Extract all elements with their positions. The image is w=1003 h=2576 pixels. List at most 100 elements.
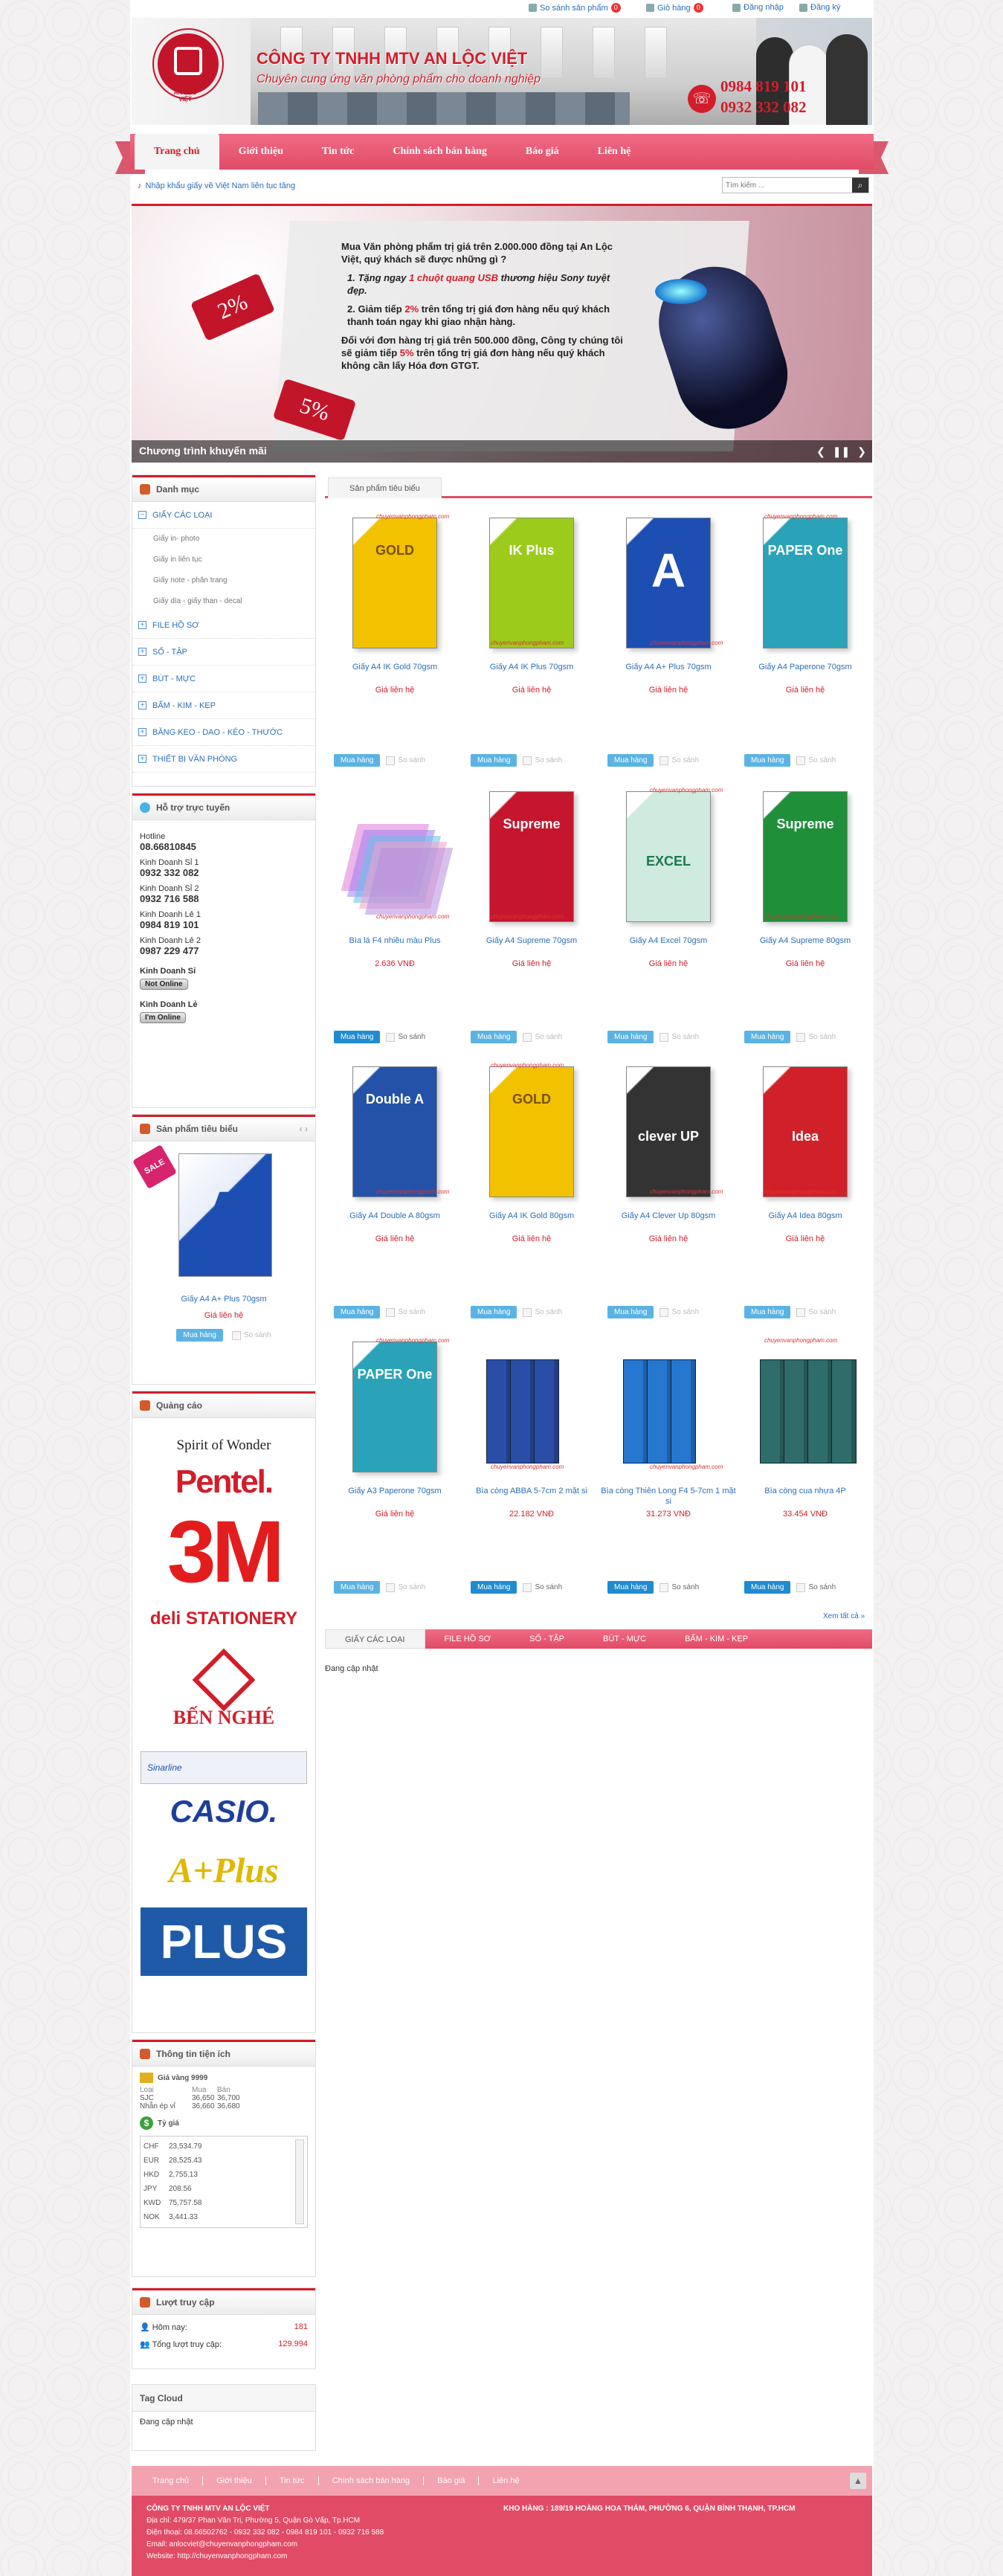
compare-toggle[interactable]: So sánh [386,756,425,765]
product-name[interactable]: Bìa còng ABBA 5-7cm 2 mặt si [463,1486,600,1507]
login-link[interactable]: Đăng nhập [732,3,784,12]
plus-icon[interactable]: + [138,648,146,656]
product-image[interactable]: Achuyenvanphongpham.com [613,513,724,653]
category-item[interactable]: + BĂNG KEO - DAO - KÉO - THƯỚC [132,719,315,746]
buy-button[interactable]: Mua hàng [744,754,791,767]
compare-toggle[interactable]: So sánh [796,1307,836,1317]
product-name[interactable]: Giấy A4 IK Plus 70gsm [463,662,600,683]
buy-button[interactable]: Mua hàng [744,1306,791,1318]
compare-checkbox[interactable] [659,1307,669,1317]
buy-button[interactable]: Mua hàng [471,1031,517,1043]
product-card[interactable]: chuyenvanphongpham.com Bìa còng Thiên Lon… [600,1337,737,1519]
compare-checkbox[interactable] [659,1032,669,1042]
product-image[interactable]: Double A chuyenvanphongpham.com [339,1062,451,1202]
promo-slider[interactable]: 2% 5% Mua Văn phòng phẩm trị giá trên 2.… [132,204,872,463]
product-name[interactable]: Bìa còng cua nhựa 4P [737,1486,874,1507]
compare-toggle[interactable]: So sánh [386,1582,425,1592]
compare-checkbox[interactable] [386,1582,396,1592]
product-card[interactable]: Achuyenvanphongpham.com Giấy A4 A+ Plus 7… [600,513,737,695]
footer-nav-news[interactable]: Tin tức [266,2476,319,2485]
compare-checkbox[interactable] [523,756,532,765]
register-link[interactable]: Đăng ký [799,3,840,12]
buy-button[interactable]: Mua hàng [471,1306,517,1318]
buy-button[interactable]: Mua hàng [334,754,381,767]
plus-icon[interactable]: + [138,701,146,709]
subcategory-item[interactable]: Giấy note - phân trang [132,570,315,591]
company-logo[interactable] [154,30,222,98]
ad-plus[interactable]: PLUS [141,1907,307,1976]
buy-button[interactable]: Mua hàng [744,1031,791,1043]
compare-checkbox[interactable] [386,1307,396,1317]
buy-button[interactable]: Mua hàng [471,754,517,767]
support-phone[interactable]: 08.66810845 [140,841,308,852]
product-image[interactable]: GOLD chuyenvanphongpham.com [476,1062,587,1202]
ad-3m[interactable]: 3M [141,1503,307,1601]
buy-button[interactable]: Mua hàng [471,1581,517,1594]
featured-name[interactable]: Giấy A4 A+ Plus 70gsm [132,1295,315,1304]
nav-quote[interactable]: Báo giá [506,134,578,170]
product-card[interactable]: clever UP chuyenvanphongpham.com Giấy A4 C… [600,1062,737,1243]
product-image[interactable]: chuyenvanphongpham.com [476,1337,587,1477]
product-card[interactable]: PAPER One chuyenvanphongpham.com Giấy A4 P… [737,513,874,695]
product-name[interactable]: Giấy A4 A+ Plus 70gsm [600,662,737,683]
compare-toggle[interactable]: So sánh [796,756,836,765]
prev-icon[interactable]: ❮ [816,445,825,458]
category-item[interactable]: + FILE HỒ SƠ [132,612,315,639]
footer-nav-contact[interactable]: Liên hệ [479,2476,532,2485]
support-phone[interactable]: 0987 229 477 [140,945,308,956]
back-to-top-icon[interactable]: ▲ [850,2473,866,2489]
product-image[interactable]: PAPER One chuyenvanphongpham.com [339,1337,451,1477]
support-phone[interactable]: 0932 716 588 [140,893,308,904]
buy-button[interactable]: Mua hàng [607,1306,654,1318]
see-all-link[interactable]: Xem tất cả » [823,1612,865,1620]
compare-toggle[interactable]: So sánh [659,1582,699,1592]
compare-toggle[interactable]: So sánh [386,1307,425,1317]
buy-button[interactable]: Mua hàng [607,1031,654,1043]
compare-checkbox[interactable] [231,1330,241,1340]
minus-icon[interactable]: − [138,511,146,519]
compare-toggle[interactable]: So sánh [796,1032,836,1042]
featured-image[interactable]: SALE A [132,1144,315,1284]
buy-button[interactable]: Mua hàng [744,1581,791,1594]
buy-button[interactable]: Mua hàng [607,754,654,767]
support-phone[interactable]: 0932 332 082 [140,867,308,878]
tab-notebook[interactable]: SỔ - TẬP [510,1629,584,1649]
product-image[interactable]: chuyenvanphongpham.com [339,787,454,927]
news-marquee[interactable]: ♪ Nhập khẩu giấy về Việt Nam liên tục tăn… [138,181,295,190]
ad-aplus[interactable]: A+Plus [141,1839,307,1902]
product-card[interactable]: Idea chuyenvanphongpham.com Giấy A4 Idea 8… [737,1062,874,1243]
footer-nav-policy[interactable]: Chính sách bán hàng [319,2476,425,2485]
category-item[interactable]: + BẤM - KIM - KẸP [132,692,315,719]
yahoo-status-button[interactable]: Not Online [140,979,188,990]
compare-checkbox[interactable] [796,1582,806,1592]
ad-casio[interactable]: CASIO. [141,1790,307,1833]
product-image[interactable]: GOLD chuyenvanphongpham.com [339,513,451,653]
ad-pentel[interactable]: Pentel. [141,1463,307,1501]
product-image[interactable]: chuyenvanphongpham.com [613,1337,724,1477]
plus-icon[interactable]: + [138,674,146,683]
compare-checkbox[interactable] [659,756,669,765]
footer-nav-about[interactable]: Giới thiệu [203,2476,266,2485]
tab-file[interactable]: FILE HỒ SƠ [425,1629,511,1649]
product-card[interactable]: PAPER One chuyenvanphongpham.com Giấy A3 P… [326,1337,463,1519]
ad-sinarline[interactable]: Sinarline [141,1751,307,1784]
category-item[interactable]: − GIẤY CÁC LOẠI [132,502,315,529]
footer-email[interactable]: Email: anlocviet@chuyenvanphongpham.com [146,2539,857,2551]
yahoo-status-button[interactable]: I'm Online [140,1012,186,1023]
product-image[interactable]: Supreme chuyenvanphongpham.com [749,787,861,927]
compare-toggle[interactable]: So sánh [659,1307,699,1317]
product-name[interactable]: Giấy A4 Clever Up 80gsm [600,1211,737,1231]
product-name[interactable]: Giấy A4 Double A 80gsm [326,1211,463,1231]
compare-toggle[interactable]: So sánh [523,1032,562,1042]
product-card[interactable]: chuyenvanphongpham.com Bìa còng cua nhựa … [737,1337,874,1519]
tab-featured-products[interactable]: Sản phẩm tiêu biểu [328,477,442,498]
buy-button[interactable]: Mua hàng [334,1306,381,1318]
product-card[interactable]: Double A chuyenvanphongpham.com Giấy A4 Do… [326,1062,463,1243]
fx-scrollbar[interactable] [295,2139,304,2224]
search-input[interactable] [723,178,852,193]
product-card[interactable]: Supreme chuyenvanphongpham.com Giấy A4 Sup… [737,787,874,968]
buy-button[interactable]: Mua hàng [334,1031,381,1043]
product-name[interactable]: Giấy A4 Excel 70gsm [600,936,737,956]
product-card[interactable]: IK Plus chuyenvanphongpham.com Giấy A4 IK … [463,513,600,695]
nav-about[interactable]: Giới thiệu [219,134,303,170]
